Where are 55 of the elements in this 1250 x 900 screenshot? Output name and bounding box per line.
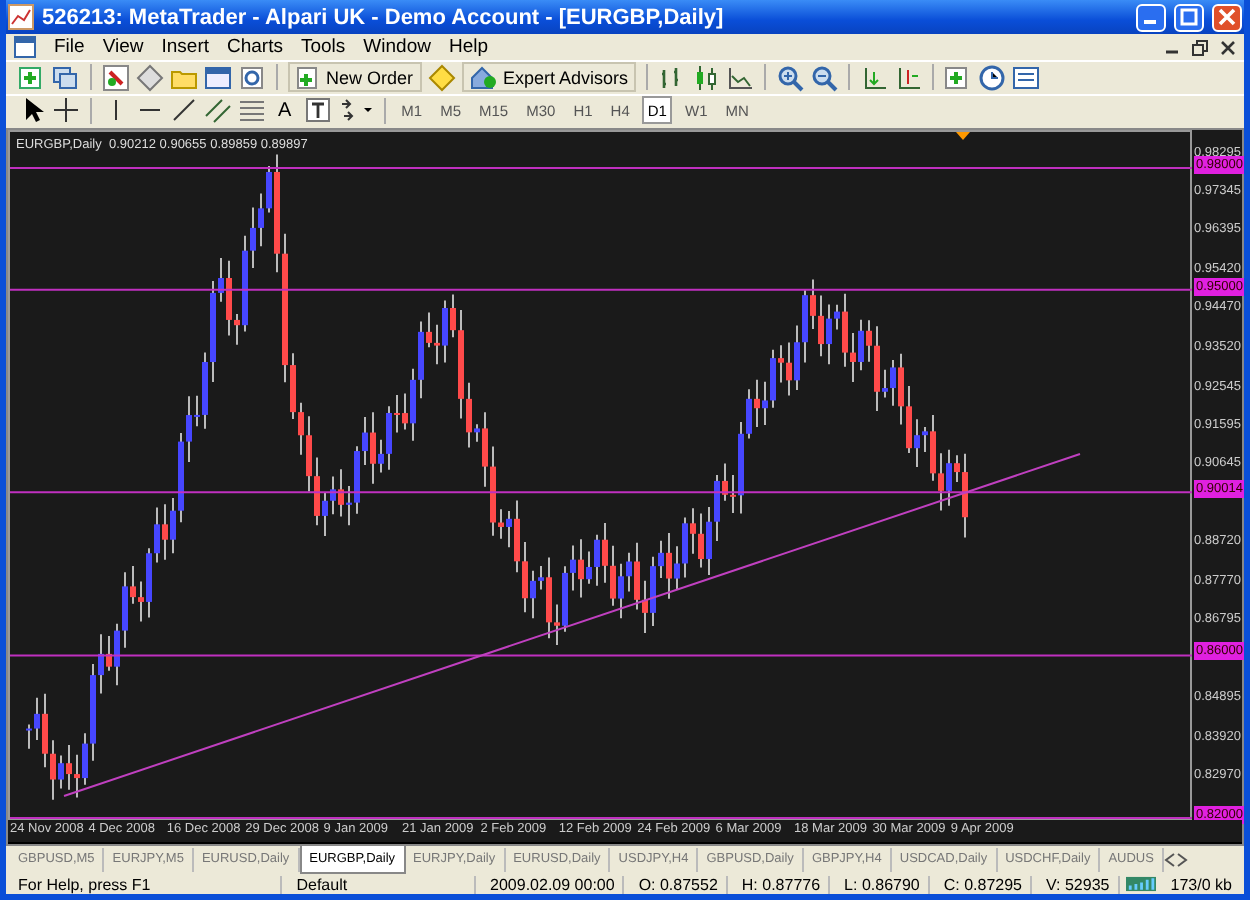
menu-item[interactable]: File bbox=[54, 36, 85, 59]
add-indicator-icon[interactable] bbox=[944, 63, 973, 92]
text-tool[interactable]: A bbox=[272, 99, 298, 122]
text-label-icon[interactable] bbox=[303, 96, 332, 125]
profiles-icon[interactable] bbox=[52, 63, 80, 92]
market-watch-icon[interactable] bbox=[102, 63, 130, 92]
menu-item[interactable]: Insert bbox=[161, 36, 209, 59]
house-icon bbox=[469, 65, 498, 90]
scroll-right-icon[interactable] bbox=[1175, 851, 1188, 868]
profile-name: Default bbox=[288, 875, 477, 893]
terminal-icon[interactable] bbox=[204, 63, 232, 92]
templates-icon[interactable] bbox=[1012, 63, 1041, 92]
low-price: L: 0.86790 bbox=[836, 875, 930, 893]
tester-icon[interactable] bbox=[238, 63, 266, 92]
close-button[interactable] bbox=[1212, 3, 1242, 32]
menu-item[interactable]: View bbox=[102, 36, 144, 59]
open-price: O: 0.87552 bbox=[630, 875, 728, 893]
menu-item[interactable]: Tools bbox=[300, 36, 346, 59]
menu-item[interactable]: Charts bbox=[227, 36, 283, 59]
diamond-icon[interactable] bbox=[427, 63, 456, 92]
volume: V: 52935 bbox=[1038, 875, 1120, 893]
menu-item[interactable]: Window bbox=[363, 36, 431, 59]
chart-shift-icon[interactable] bbox=[894, 63, 923, 92]
help-text: For Help, press F1 bbox=[10, 875, 283, 893]
new-order-button[interactable]: New Order bbox=[288, 62, 422, 93]
scroll-left-icon[interactable] bbox=[1163, 851, 1176, 868]
channel-icon[interactable] bbox=[204, 96, 232, 125]
fibonacci-icon[interactable] bbox=[238, 96, 266, 125]
expert-advisors-button[interactable]: Expert Advisors bbox=[461, 62, 637, 93]
crosshair-icon[interactable] bbox=[52, 96, 80, 125]
autoscroll-icon[interactable] bbox=[860, 63, 889, 92]
restore-icon[interactable] bbox=[1192, 39, 1208, 56]
zoom-out-icon[interactable] bbox=[810, 63, 839, 92]
clock-icon[interactable] bbox=[978, 63, 1007, 92]
maximize-button[interactable] bbox=[1174, 3, 1204, 32]
document-plus-icon bbox=[296, 65, 320, 90]
app-icon bbox=[8, 4, 34, 31]
bar-time: 2009.02.09 00:00 bbox=[482, 875, 625, 893]
high-price: H: 0.87776 bbox=[733, 875, 831, 893]
trendline-icon[interactable] bbox=[170, 96, 198, 125]
line-chart-icon[interactable] bbox=[726, 63, 755, 92]
close-icon bbox=[1218, 8, 1236, 27]
menu-item[interactable]: Help bbox=[448, 36, 489, 59]
traffic-text: 173/0 kb bbox=[1168, 875, 1234, 893]
minimize-button[interactable] bbox=[1136, 3, 1166, 32]
close-icon[interactable] bbox=[1220, 39, 1236, 56]
arrows-icon[interactable] bbox=[337, 96, 374, 125]
close-price: C: 0.87295 bbox=[935, 875, 1032, 893]
window-title: 526213: MetaTrader - Alpari UK - Demo Account - [EURGBP,Daily] bbox=[42, 5, 724, 30]
candlestick-icon[interactable] bbox=[692, 63, 721, 92]
navigator-icon[interactable] bbox=[136, 63, 164, 92]
connection-icon bbox=[1125, 874, 1157, 894]
chart-shift-marker bbox=[956, 131, 970, 140]
maximize-icon bbox=[1180, 8, 1198, 27]
zoom-in-icon[interactable] bbox=[776, 63, 805, 92]
